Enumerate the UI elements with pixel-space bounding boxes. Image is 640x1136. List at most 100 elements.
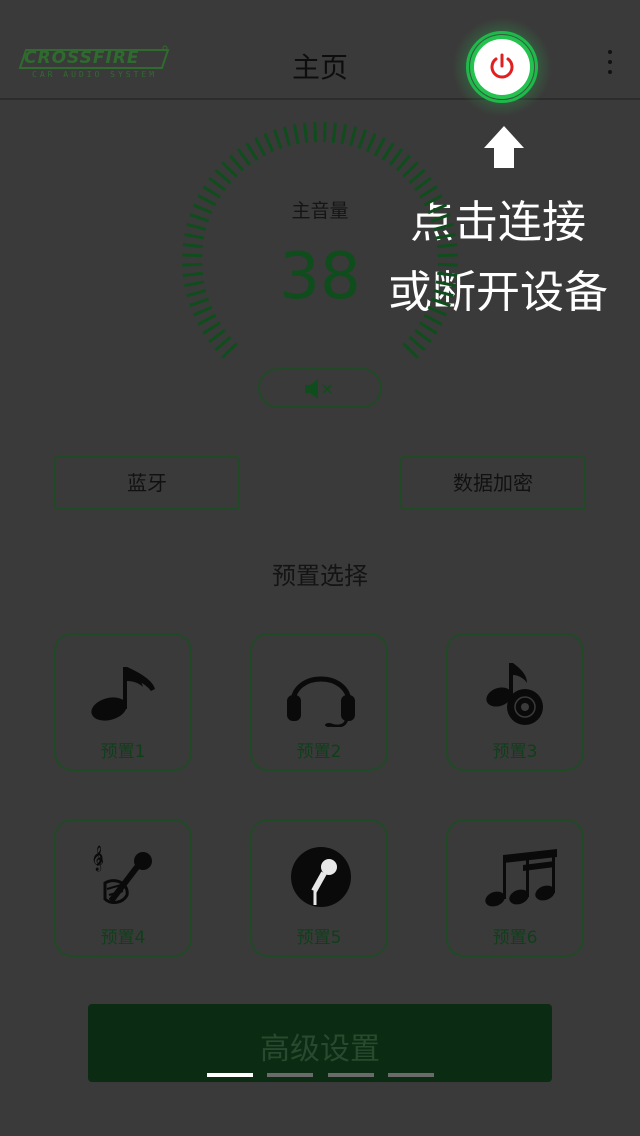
page-dot-2[interactable] bbox=[267, 1073, 313, 1077]
preset-label: 预置5 bbox=[296, 928, 342, 948]
more-dot bbox=[608, 60, 612, 64]
power-icon bbox=[490, 53, 514, 79]
data-encryption-button[interactable]: 数据加密 bbox=[400, 456, 586, 510]
gauge-tick bbox=[182, 243, 203, 249]
gauge-tick bbox=[427, 203, 448, 215]
gauge-tick bbox=[423, 194, 443, 207]
gauge-tick bbox=[214, 335, 232, 352]
more-dot bbox=[608, 70, 612, 74]
advanced-settings-button[interactable]: 高级设置 bbox=[88, 1004, 552, 1082]
more-vertical-icon bbox=[608, 50, 612, 54]
gauge-tick bbox=[208, 176, 226, 192]
page-dot-3[interactable] bbox=[328, 1073, 374, 1077]
volume-value: 38 bbox=[279, 240, 361, 314]
gauge-tick bbox=[282, 126, 291, 147]
gauge-tick bbox=[245, 142, 259, 161]
music-disc-icon bbox=[486, 663, 543, 725]
gauge-tick bbox=[430, 213, 451, 223]
page-dot-1[interactable] bbox=[207, 1073, 253, 1077]
advanced-settings-label: 高级设置 bbox=[260, 1032, 380, 1067]
preset-label: 预置6 bbox=[492, 928, 538, 948]
mute-button[interactable] bbox=[258, 368, 382, 408]
gauge-tick bbox=[186, 222, 207, 231]
gauge-tick bbox=[221, 342, 238, 359]
preset-label: 预置2 bbox=[296, 742, 342, 762]
gauge-tick bbox=[221, 161, 238, 178]
gauge-tick bbox=[437, 253, 458, 258]
gauge-tick bbox=[202, 185, 221, 199]
gauge-tick bbox=[182, 262, 203, 267]
logo-tagline: CAR AUDIO SYSTEM bbox=[32, 70, 158, 79]
gauge-tick bbox=[349, 126, 358, 147]
preset-5-button[interactable]: 预置5 bbox=[250, 819, 388, 957]
music-notes-icon bbox=[485, 849, 557, 907]
header-bar: CROSSFIRE CAR AUDIO SYSTEM 主页 bbox=[0, 0, 640, 117]
gauge-tick bbox=[430, 297, 451, 307]
gauge-tick bbox=[437, 243, 458, 249]
gauge-tick bbox=[273, 129, 283, 150]
preset-1-button[interactable]: 预置1 bbox=[54, 633, 192, 771]
gauge-tick bbox=[182, 253, 203, 258]
gauge-tick bbox=[423, 313, 443, 326]
gauge-tick bbox=[303, 122, 309, 143]
gauge-tick bbox=[373, 137, 386, 157]
gauge-tick bbox=[435, 280, 456, 288]
preset-6-button[interactable]: 预置6 bbox=[446, 819, 584, 957]
gauge-tick bbox=[313, 122, 318, 143]
power-button[interactable] bbox=[474, 39, 530, 95]
gauge-tick bbox=[388, 148, 404, 166]
headphones-icon bbox=[287, 676, 355, 727]
preset-4-button[interactable]: 𝄞 预置4 bbox=[54, 819, 192, 957]
speaker-muted-icon bbox=[305, 379, 332, 399]
gauge-tick bbox=[435, 232, 456, 240]
gauge-tick bbox=[381, 142, 395, 161]
gauge-tick bbox=[433, 289, 454, 298]
gauge-tick bbox=[214, 168, 232, 185]
gauge-tick bbox=[395, 154, 412, 172]
bluetooth-button[interactable]: 蓝牙 bbox=[54, 456, 240, 510]
gauge-tick bbox=[192, 305, 213, 317]
gauge-tick bbox=[186, 289, 207, 298]
gauge-tick bbox=[414, 328, 432, 344]
gauge-tick bbox=[192, 203, 213, 215]
preset-section-heading: 预置选择 bbox=[272, 562, 368, 590]
gauge-tick bbox=[357, 129, 367, 150]
gauge-tick bbox=[331, 122, 337, 143]
gauge-tick bbox=[292, 124, 300, 145]
preset-2-button[interactable]: 预置2 bbox=[250, 633, 388, 771]
more-menu-button[interactable] bbox=[600, 50, 620, 80]
gauge-tick bbox=[402, 161, 419, 178]
preset-label: 预置3 bbox=[492, 742, 538, 762]
gauge-tick bbox=[254, 137, 267, 157]
gauge-tick bbox=[184, 232, 205, 240]
page-indicator bbox=[207, 1073, 437, 1079]
gauge-tick bbox=[197, 194, 217, 207]
gauge-tick bbox=[414, 176, 432, 192]
preset-label: 预置4 bbox=[100, 928, 146, 948]
gauge-tick bbox=[433, 222, 454, 231]
page-dot-4[interactable] bbox=[388, 1073, 434, 1077]
gauge-tick bbox=[427, 305, 448, 317]
gauge-tick bbox=[184, 280, 205, 288]
gauge-tick bbox=[189, 297, 210, 307]
gauge-tick bbox=[340, 124, 348, 145]
gauge-tick bbox=[402, 342, 419, 359]
gauge-tick bbox=[419, 185, 438, 199]
gauge-tick bbox=[365, 132, 377, 153]
logo-wordmark: CROSSFIRE bbox=[24, 48, 140, 68]
gauge-tick bbox=[263, 132, 275, 153]
volume-label: 主音量 bbox=[291, 200, 349, 222]
gauge-tick bbox=[189, 213, 210, 223]
arrow-up-icon bbox=[484, 126, 524, 168]
gauge-tick bbox=[322, 122, 327, 143]
gauge-tick bbox=[419, 321, 438, 335]
gauge-tick bbox=[236, 148, 252, 166]
music-note-icon bbox=[91, 667, 155, 721]
gauge-tick bbox=[437, 262, 458, 267]
gauge-tick bbox=[228, 154, 245, 172]
microphone-circle-icon bbox=[291, 847, 351, 907]
gauge-tick bbox=[208, 328, 226, 344]
gauge-tick bbox=[182, 271, 203, 277]
crossfire-logo: CROSSFIRE CAR AUDIO SYSTEM bbox=[18, 44, 170, 88]
preset-3-button[interactable]: 预置3 bbox=[446, 633, 584, 771]
